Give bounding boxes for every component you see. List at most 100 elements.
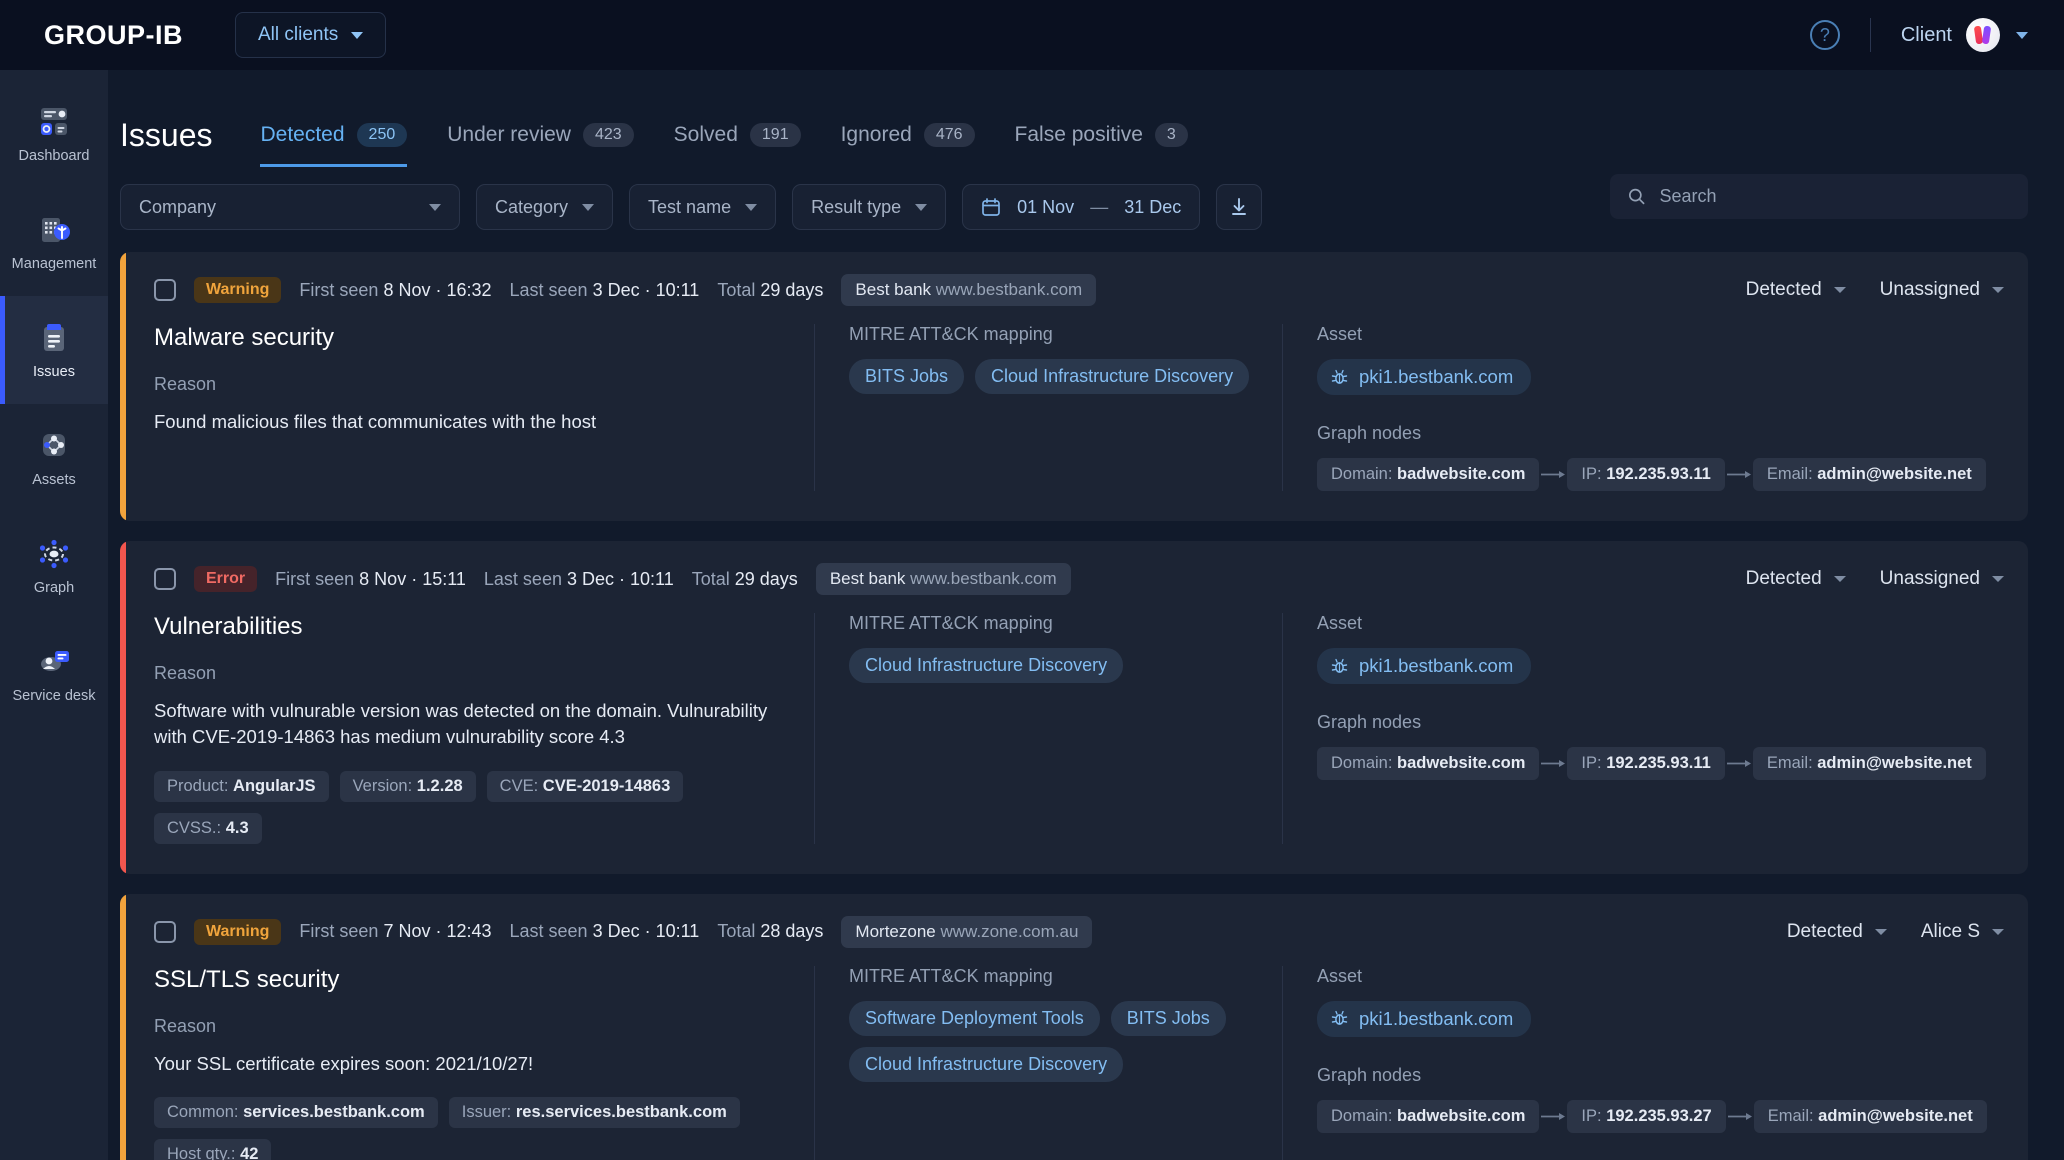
graph-node[interactable]: Email: admin@website.net — [1753, 747, 1986, 780]
issue-details-column: Vulnerabilities Reason Software with vul… — [154, 613, 814, 844]
tab-label: Ignored — [841, 123, 912, 147]
graph-node[interactable]: IP: 192.235.93.11 — [1567, 747, 1724, 780]
first-seen-value: 8 Nov · 15:11 — [359, 569, 466, 589]
mitre-column: MITRE ATT&CK mapping Cloud Infrastructur… — [814, 613, 1282, 844]
tab-under-review[interactable]: Under review 423 — [447, 103, 633, 167]
tab-count: 3 — [1155, 123, 1188, 147]
graph-node[interactable]: Email: admin@website.net — [1753, 458, 1986, 491]
graph-node[interactable]: IP: 192.235.93.27 — [1567, 1100, 1725, 1133]
mitre-tag[interactable]: Cloud Infrastructure Discovery — [849, 648, 1123, 683]
assignee-dropdown[interactable]: Unassigned — [1880, 568, 2004, 590]
attribute-chip: Product: AngularJS — [154, 771, 329, 802]
all-clients-dropdown[interactable]: All clients — [235, 12, 386, 58]
organization-chip[interactable]: Best bank www.bestbank.com — [816, 563, 1071, 595]
search-input[interactable] — [1659, 186, 2010, 207]
graph-node-key: Email: — [1767, 754, 1813, 772]
tab-ignored[interactable]: Ignored 476 — [841, 103, 975, 167]
issue-card-body: Vulnerabilities Reason Software with vul… — [120, 595, 2028, 874]
tab-solved[interactable]: Solved 191 — [674, 103, 801, 167]
status-dropdown[interactable]: Detected — [1787, 921, 1887, 943]
page-title: Issues — [120, 117, 212, 154]
mitre-tag[interactable]: Software Deployment Tools — [849, 1001, 1100, 1036]
issues-list: Warning First seen 8 Nov · 16:32 Last se… — [108, 230, 2064, 1160]
graph-node[interactable]: Email: admin@website.net — [1754, 1100, 1987, 1133]
assignee-dropdown[interactable]: Unassigned — [1880, 279, 2004, 301]
status-dropdown[interactable]: Detected — [1746, 279, 1846, 301]
assignee-dropdown[interactable]: Alice S — [1921, 921, 2004, 943]
issue-card-actions: Detected Alice S — [1787, 921, 2004, 943]
sidebar-item-label: Assets — [32, 472, 76, 488]
date-range-filter[interactable]: 01 Nov — 31 Dec — [962, 184, 1200, 230]
tab-label: Under review — [447, 123, 571, 147]
sidebar-item-assets[interactable]: Assets — [0, 404, 108, 512]
test-name-filter[interactable]: Test name — [629, 184, 776, 230]
sidebar-item-issues[interactable]: Issues — [0, 296, 108, 404]
download-button[interactable] — [1216, 184, 1262, 230]
attribute-chip: Issuer: res.services.bestbank.com — [449, 1097, 740, 1128]
sidebar-item-dashboard[interactable]: Dashboard — [0, 80, 108, 188]
organization-chip[interactable]: Mortezone www.zone.com.au — [841, 916, 1092, 948]
graph-node[interactable]: Domain: badwebsite.com — [1317, 1100, 1539, 1133]
issue-checkbox[interactable] — [154, 921, 176, 943]
issue-checkbox[interactable] — [154, 279, 176, 301]
company-filter[interactable]: Company — [120, 184, 460, 230]
mitre-tag[interactable]: BITS Jobs — [1111, 1001, 1226, 1036]
graph-node-list: Domain: badwebsite.com IP: 192.235.93.11 — [1317, 458, 2004, 491]
chevron-down-icon[interactable] — [2016, 32, 2028, 39]
attribute-key: CVSS.: — [167, 819, 221, 837]
organization-chip[interactable]: Best bank www.bestbank.com — [841, 274, 1096, 306]
tab-detected[interactable]: Detected 250 — [260, 103, 407, 167]
status-dropdown[interactable]: Detected — [1746, 568, 1846, 590]
mitre-tag[interactable]: Cloud Infrastructure Discovery — [849, 1047, 1123, 1082]
reason-text: Software with vulnurable version was det… — [154, 698, 790, 751]
sidebar-item-management[interactable]: Management — [0, 188, 108, 296]
mitre-tag[interactable]: BITS Jobs — [849, 359, 964, 394]
tab-bar: Detected 250 Under review 423 Solved 191… — [260, 103, 1187, 167]
test-name-filter-label: Test name — [648, 197, 731, 218]
chevron-down-icon — [582, 204, 594, 211]
category-filter[interactable]: Category — [476, 184, 613, 230]
assignee-value: Unassigned — [1880, 568, 1980, 590]
first-seen: First seen 8 Nov · 16:32 — [299, 280, 491, 301]
app-logo: GROUP-IB — [44, 20, 183, 51]
search-box[interactable] — [1610, 174, 2028, 219]
help-icon[interactable]: ? — [1810, 20, 1840, 50]
tab-count: 476 — [924, 123, 975, 147]
assignee-value: Alice S — [1921, 921, 1980, 943]
mitre-label: MITRE ATT&CK mapping — [849, 613, 1282, 634]
sidebar-item-graph[interactable]: Graph — [0, 512, 108, 620]
issue-checkbox[interactable] — [154, 568, 176, 590]
asset-chip[interactable]: pki1.bestbank.com — [1317, 1001, 1531, 1037]
issue-card[interactable]: Error First seen 8 Nov · 15:11 Last seen… — [120, 541, 2028, 874]
attribute-chip: Version: 1.2.28 — [340, 771, 476, 802]
severity-bar — [120, 252, 126, 521]
graph-node-value: admin@website.net — [1818, 1107, 1973, 1125]
sidebar-item-service-desk[interactable]: Service desk — [0, 620, 108, 728]
mitre-tag[interactable]: Cloud Infrastructure Discovery — [975, 359, 1249, 394]
organization-name: Best bank — [830, 569, 906, 588]
client-label: Client — [1901, 24, 1952, 47]
issue-title: Vulnerabilities — [154, 613, 790, 641]
mitre-tag-list: Software Deployment Tools BITS Jobs Clou… — [849, 1001, 1282, 1082]
chevron-down-icon — [1834, 576, 1846, 582]
issue-card[interactable]: Warning First seen 7 Nov · 12:43 Last se… — [120, 894, 2028, 1160]
tab-count: 250 — [357, 123, 408, 147]
clipboard-icon — [34, 320, 74, 356]
avatar[interactable] — [1966, 18, 2000, 52]
graph-node[interactable]: IP: 192.235.93.11 — [1567, 458, 1724, 491]
severity-badge: Warning — [194, 919, 281, 945]
issue-card[interactable]: Warning First seen 8 Nov · 16:32 Last se… — [120, 252, 2028, 521]
attribute-value: services.bestbank.com — [243, 1103, 425, 1121]
organization-url: www.bestbank.com — [936, 280, 1082, 299]
last-seen: Last seen 3 Dec · 10:11 — [484, 569, 674, 590]
tab-false-positive[interactable]: False positive 3 — [1015, 103, 1188, 167]
mitre-label: MITRE ATT&CK mapping — [849, 966, 1282, 987]
result-type-filter[interactable]: Result type — [792, 184, 946, 230]
attribute-chip: CVSS.: 4.3 — [154, 813, 262, 844]
graph-node[interactable]: Domain: badwebsite.com — [1317, 458, 1539, 491]
asset-chip[interactable]: pki1.bestbank.com — [1317, 359, 1531, 395]
asset-chip[interactable]: pki1.bestbank.com — [1317, 648, 1531, 684]
issue-card-body: Malware security Reason Found malicious … — [120, 306, 2028, 521]
graph-node[interactable]: Domain: badwebsite.com — [1317, 747, 1539, 780]
graph-node-key: IP: — [1581, 754, 1601, 772]
